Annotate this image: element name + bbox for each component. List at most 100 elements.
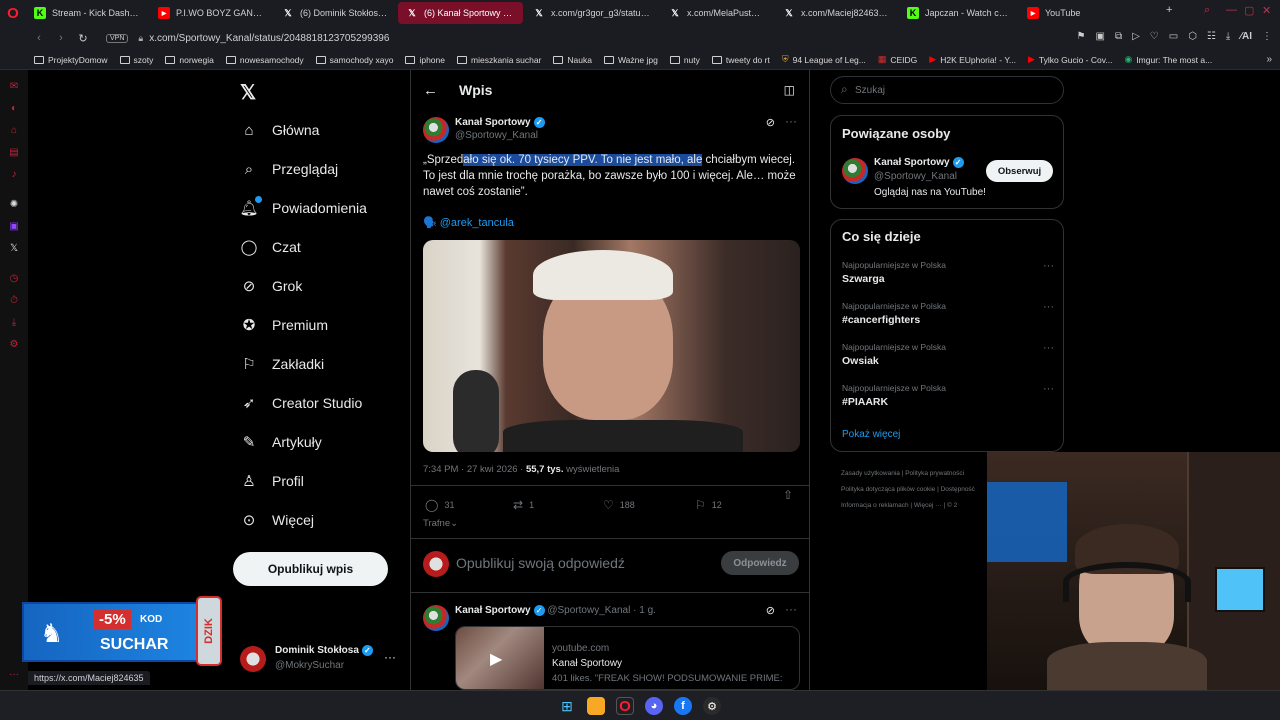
tweet-author[interactable]: Kanał Sportowy [455, 117, 531, 128]
snapshot-icon[interactable]: ▣ [1095, 31, 1104, 42]
browser-tab[interactable]: 𝕏x.com/Maciej824635/stat [775, 2, 897, 24]
follow-button[interactable]: Obserwuj [986, 160, 1053, 182]
file-explorer-icon[interactable] [587, 697, 605, 715]
browser-tab[interactable]: 𝕏x.com/gr3gor_g3/status/2 [525, 2, 659, 24]
bookmark-item[interactable]: Nauka [553, 55, 592, 65]
nav-notifications[interactable]: 🔔︎ Powiadomienia [239, 196, 367, 217]
nav-explore[interactable]: ⌕ Przeglądaj [240, 160, 338, 178]
account-switcher[interactable]: Dominik Stokłosa ✓ @MokrySuchar ··· [240, 644, 405, 678]
tweet-media-image[interactable] [423, 240, 800, 452]
aria-ai-icon[interactable]: ⁄AI [1240, 31, 1252, 42]
trend-item[interactable]: Najpopularniejsze w Polska #PIAARK ··· [842, 383, 1054, 419]
forward-icon[interactable]: › [52, 32, 70, 44]
bookmarks-overflow-icon[interactable]: » [1266, 54, 1272, 65]
discord-icon[interactable]: ◕ [645, 697, 663, 715]
bookmark-item[interactable]: ⛨ 94 League of Leg... [782, 54, 866, 65]
back-icon[interactable]: ‹ [30, 32, 48, 44]
nav-creator-studio[interactable]: ➶ Creator Studio [240, 394, 363, 412]
lock-icon[interactable]: 🔒︎ [138, 33, 143, 44]
download-icon[interactable]: ⤓ [1226, 31, 1230, 42]
opera-logo-icon[interactable]: O [0, 0, 26, 26]
vpn-badge[interactable]: VPN [106, 33, 129, 43]
bookmark-page-icon[interactable]: ⚑ [1077, 31, 1086, 42]
trend-more-icon[interactable]: ··· [1043, 342, 1054, 354]
nav-chat[interactable]: ◯ Czat [240, 238, 301, 256]
reply-input[interactable]: Opublikuj swoją odpowiedź [456, 555, 625, 571]
footer-link[interactable]: Polityka prywatności [905, 470, 964, 477]
bookmark-item[interactable]: norwegia [165, 55, 214, 65]
clock-icon[interactable]: ⏱ [8, 294, 20, 306]
nav-bookmarks[interactable]: ⚐ Zakładki [240, 355, 324, 373]
related-name[interactable]: Kanał Sportowy [874, 157, 950, 168]
extensions-icon[interactable]: ⬡ [1188, 31, 1197, 42]
maximize-icon[interactable]: ▢ [1244, 4, 1254, 17]
more-sidebar-icon[interactable]: ··· [8, 668, 20, 680]
workspaces-icon[interactable]: ⌂ [8, 124, 20, 136]
twitch-icon[interactable]: ▣ [8, 220, 20, 232]
bookmark-item[interactable]: mieszkania suchar [457, 55, 541, 65]
back-arrow-icon[interactable]: ← [423, 82, 438, 99]
nav-more[interactable]: ⊙ Więcej [240, 511, 314, 529]
tweet-handle[interactable]: @Sportowy_Kanal [455, 130, 538, 141]
footer-link[interactable]: Więcej ··· [914, 502, 942, 509]
close-window-icon[interactable]: ✕ [1262, 4, 1271, 17]
share-action[interactable]: ⇧ [783, 488, 793, 502]
player-icon[interactable]: ▷ [1132, 31, 1140, 42]
reload-icon[interactable]: ↻ [74, 32, 92, 45]
account-more-icon[interactable]: ··· [384, 650, 396, 664]
bookmark-item[interactable]: tweety do rt [711, 55, 770, 65]
x-sidebar-icon[interactable]: 𝕏 [8, 242, 20, 254]
music-icon[interactable]: ♪ [8, 168, 20, 180]
facebook-icon[interactable]: f [674, 697, 692, 715]
steam-icon[interactable]: ⚙ [703, 697, 721, 715]
pinboard-icon[interactable]: ▤ [8, 146, 20, 158]
aria-icon[interactable]: ◐ [8, 102, 20, 114]
footer-link[interactable]: Dostępność [941, 486, 975, 493]
easy-setup-icon[interactable]: ☷ [1207, 31, 1216, 42]
footer-link[interactable]: Polityka dotycząca plików cookie [841, 486, 935, 493]
avatar[interactable] [842, 158, 868, 184]
repost-action[interactable]: ⇄ 1 [513, 498, 534, 512]
reply-button[interactable]: Odpowiedz [721, 551, 799, 575]
sort-replies-dropdown[interactable]: Trafne⌄ [423, 518, 458, 529]
like-action[interactable]: ♡ 188 [603, 498, 635, 512]
show-more-link[interactable]: Pokaż więcej [842, 429, 900, 440]
downloads-icon[interactable]: ⤓ [8, 316, 20, 328]
reply-action[interactable]: ◯ 31 [425, 498, 454, 512]
grok-analyze-icon[interactable]: ⊘ [766, 116, 775, 129]
search-tabs-icon[interactable]: ⌕ [1204, 4, 1210, 17]
nav-grok[interactable]: ⊘ Grok [240, 277, 303, 295]
bookmark-action[interactable]: ⚐ 12 [695, 498, 722, 512]
browser-tab[interactable]: 𝕏(6) Dominik Stokłosa (@M [274, 2, 396, 24]
menu-icon[interactable]: ⋮ [1262, 31, 1272, 42]
footer-link[interactable]: Zasady użytkowania [841, 470, 900, 477]
windows-start-icon[interactable]: ⊞ [558, 697, 576, 715]
footer-link[interactable]: Informacja o reklamach [841, 502, 909, 509]
messenger-icon[interactable]: ✉ [8, 80, 20, 92]
url-field[interactable]: x.com/Sportowy_Kanal/status/204881812370… [149, 33, 389, 44]
browser-tab[interactable]: ▶ YouTube [1019, 2, 1099, 24]
nav-profile[interactable]: ♙ Profil [240, 472, 304, 490]
trend-item[interactable]: Najpopularniejsze w Polska Szwarga ··· [842, 260, 1054, 296]
bookmark-item[interactable]: ProjektyDomow [34, 55, 108, 65]
history-icon[interactable]: ◷ [8, 272, 20, 284]
search-box[interactable]: ⌕ Szukaj [830, 76, 1064, 104]
chatgpt-icon[interactable]: ✺ [8, 198, 20, 210]
trend-item[interactable]: Najpopularniejsze w Polska Owsiak ··· [842, 342, 1054, 378]
browser-tab[interactable]: KStream - Kick Dashboard [26, 2, 148, 24]
search-input[interactable]: Szukaj [855, 85, 885, 96]
settings-icon[interactable]: ⚙ [8, 338, 20, 350]
related-handle[interactable]: @Sportowy_Kanal [874, 171, 957, 182]
nav-premium[interactable]: ✪ Premium [240, 316, 328, 334]
bookmark-item[interactable]: szoty [119, 55, 153, 65]
new-tab-icon[interactable]: + [1166, 4, 1172, 16]
bookmark-item[interactable]: ▦ CEIDG [878, 54, 917, 65]
bookmark-item[interactable]: iphone [405, 55, 445, 65]
nav-home[interactable]: ⌂ Główna [240, 121, 319, 139]
bookmark-item[interactable]: ▶ Tylko Gucio - Cov... [1028, 54, 1112, 65]
minimize-icon[interactable]: — [1226, 4, 1237, 16]
wallet-icon[interactable]: ▭ [1169, 31, 1178, 42]
bookmark-item[interactable]: ◉ Imgur: The most a... [1124, 54, 1212, 65]
tweet-author[interactable]: Kanał Sportowy [455, 605, 531, 616]
trend-more-icon[interactable]: ··· [1043, 260, 1054, 272]
